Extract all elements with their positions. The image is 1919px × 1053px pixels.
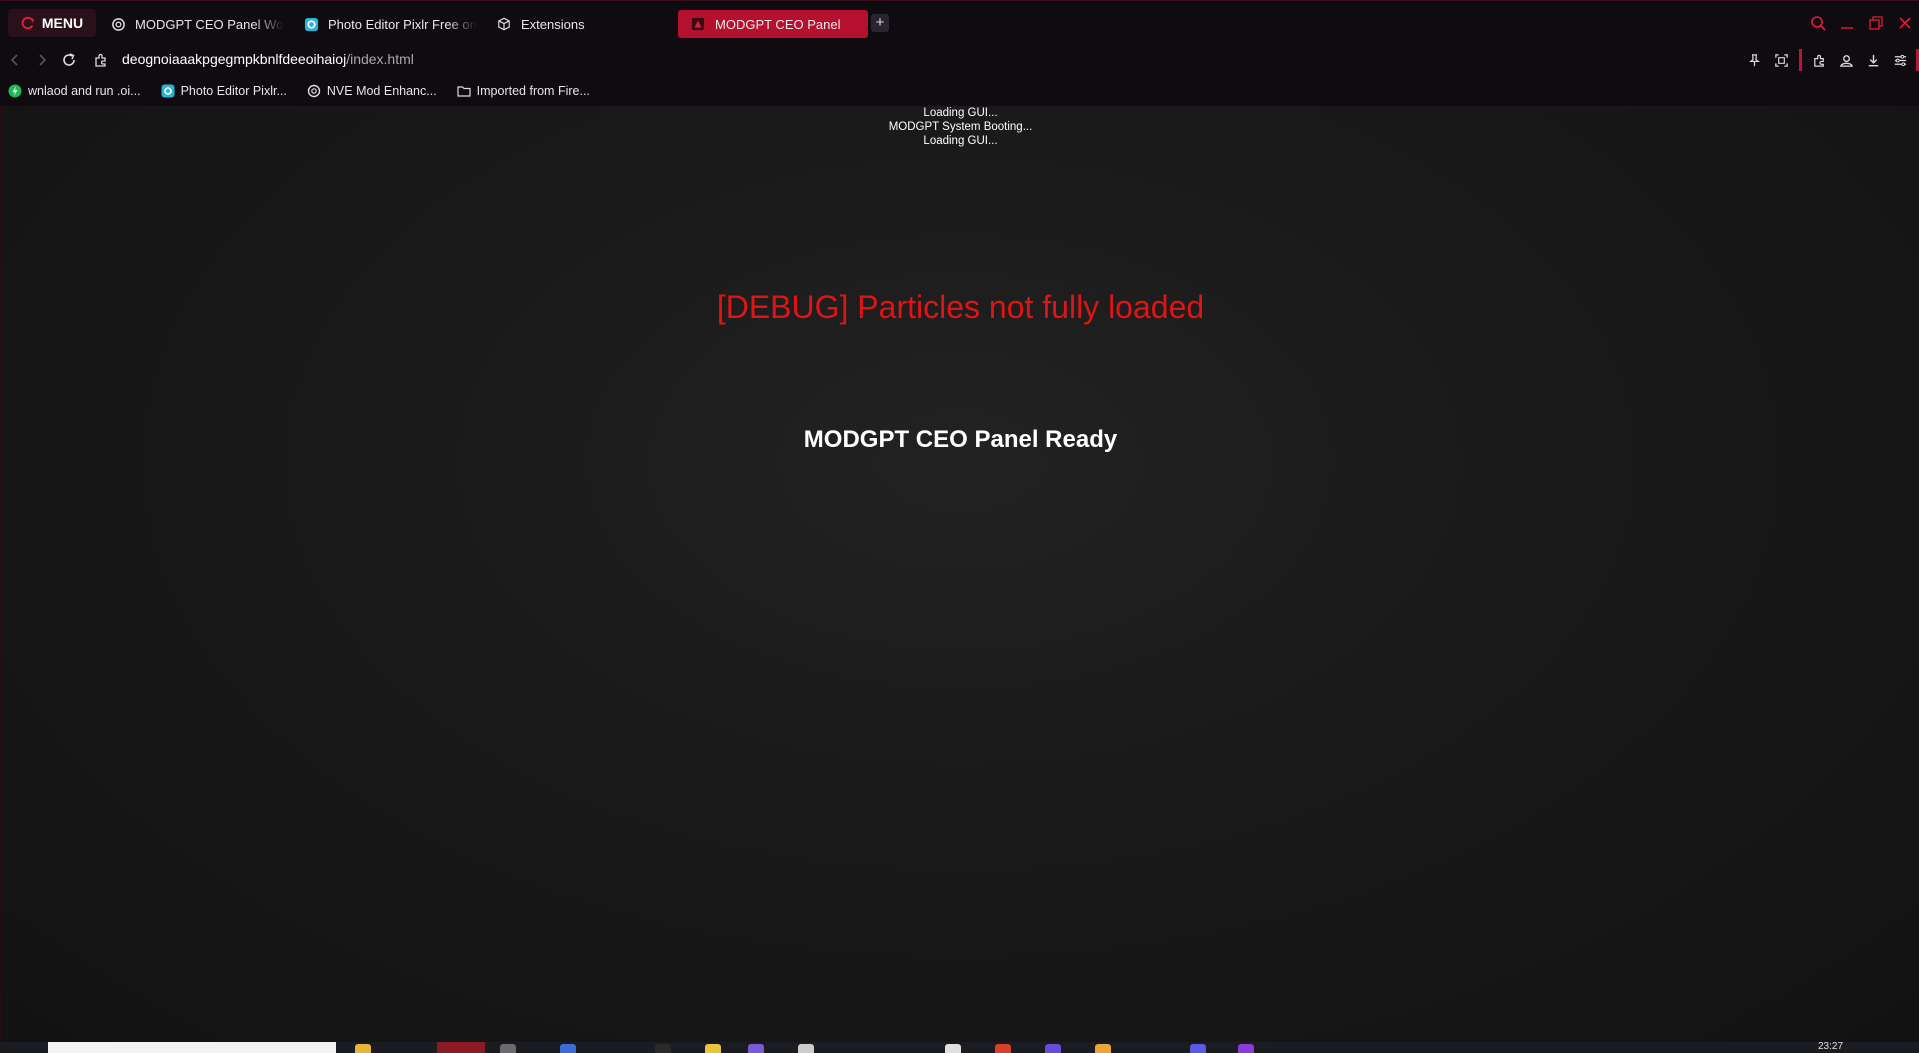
site-info-button[interactable] — [92, 51, 110, 69]
close-icon — [1898, 17, 1911, 29]
forward-button[interactable] — [33, 51, 51, 69]
profile-icon — [1840, 54, 1853, 67]
menu-label: MENU — [41, 15, 84, 31]
chevron-left-icon — [10, 54, 18, 66]
tab-label: MODGPT CEO Panel Work — [135, 16, 284, 32]
profile-button[interactable] — [1833, 44, 1860, 76]
taskbar-app-icon[interactable] — [1045, 1044, 1061, 1053]
taskbar-app-icon[interactable] — [355, 1044, 371, 1053]
bookmark-item[interactable]: wnlaod and run .oi... — [8, 84, 141, 98]
search-tabs-button[interactable] — [1803, 1, 1832, 45]
tab-label: Photo Editor Pixlr Free on — [328, 16, 477, 32]
ready-heading: MODGPT CEO Panel Ready — [803, 426, 1118, 453]
folder-icon — [457, 84, 471, 98]
page-content: Loading GUI... MODGPT System Booting... … — [0, 106, 1919, 1042]
bookmarks-bar: wnlaod and run .oi... Photo Editor Pixlr… — [0, 76, 1919, 106]
snapshot-button[interactable] — [1768, 44, 1795, 76]
menu-button[interactable]: MENU — [8, 9, 96, 37]
pixlr-icon — [161, 84, 175, 98]
window-controls — [1803, 1, 1919, 45]
tab-modgpt-work[interactable]: MODGPT CEO Panel Work — [98, 9, 284, 39]
cube-icon — [496, 16, 512, 32]
tab-label: MODGPT CEO Panel — [715, 16, 841, 32]
taskbar-app-icon[interactable] — [1238, 1044, 1254, 1053]
taskbar-app-icon[interactable] — [705, 1044, 721, 1053]
boot-log-line: MODGPT System Booting... — [888, 121, 1033, 133]
new-tab-button[interactable]: + — [871, 14, 889, 32]
back-button[interactable] — [6, 51, 24, 69]
taskbar-app-icon[interactable] — [560, 1044, 576, 1053]
taskbar-app-icon[interactable] — [945, 1044, 961, 1053]
bookmark-label: Photo Editor Pixlr... — [180, 84, 287, 98]
openai-icon — [307, 84, 321, 98]
tab-extensions[interactable]: Extensions — [484, 9, 670, 39]
tab-pixlr[interactable]: Photo Editor Pixlr Free on — [291, 9, 477, 39]
address-bar-row: deognoiaaakpgegmpkbnlfdeeoihaioj/index.h… — [0, 44, 1919, 76]
bookmark-folder[interactable]: Imported from Fire... — [457, 84, 590, 98]
puzzle-icon — [95, 53, 106, 67]
extensions-icon — [1814, 54, 1824, 67]
taskbar-active-app[interactable] — [437, 1042, 485, 1053]
easy-setup-button[interactable] — [1887, 44, 1914, 76]
bookmark-label: wnlaod and run .oi... — [28, 84, 141, 98]
downloads-button[interactable] — [1860, 44, 1887, 76]
taskbar-app-icon[interactable] — [1095, 1044, 1111, 1053]
url-path: /index.html — [346, 51, 414, 67]
toolbar-divider — [1799, 49, 1802, 71]
bookmark-item[interactable]: Photo Editor Pixlr... — [161, 84, 287, 98]
bookmark-item[interactable]: NVE Mod Enhanc... — [307, 84, 437, 98]
url-field[interactable]: deognoiaaakpgegmpkbnlfdeeoihaioj/index.h… — [122, 51, 414, 67]
toolbar-right — [1741, 44, 1919, 76]
download-icon — [1868, 54, 1879, 66]
taskbar-app-icon[interactable] — [748, 1044, 764, 1053]
minimize-button[interactable] — [1832, 1, 1861, 45]
bookmark-label: Imported from Fire... — [476, 84, 590, 98]
snapshot-icon — [1775, 53, 1788, 67]
boot-log-line: Loading GUI... — [923, 107, 998, 119]
pin-icon — [1749, 53, 1760, 66]
taskbar-app-icon[interactable] — [1190, 1044, 1206, 1053]
green-bolt-icon — [8, 84, 22, 98]
taskbar-app-icon[interactable] — [655, 1044, 671, 1053]
taskbar-search[interactable] — [48, 1042, 336, 1053]
reload-icon — [63, 53, 75, 66]
pin-button[interactable] — [1741, 44, 1768, 76]
pixlr-icon — [303, 16, 319, 32]
close-window-button[interactable] — [1890, 1, 1919, 45]
taskbar-clock[interactable]: 23:27 — [1818, 1042, 1843, 1052]
settings-sliders-icon — [1894, 54, 1907, 66]
chevron-right-icon — [39, 54, 47, 66]
openai-icon — [110, 16, 126, 32]
tab-modgpt-ceo-panel-active[interactable]: MODGPT CEO Panel — [678, 10, 868, 38]
taskbar-app-icon[interactable] — [995, 1044, 1011, 1053]
taskbar-app-icon[interactable] — [500, 1044, 516, 1053]
restore-icon — [1868, 16, 1883, 30]
taskbar: 23:27 — [0, 1042, 1919, 1053]
tab-label: Extensions — [521, 16, 585, 32]
taskbar-app-icon[interactable] — [798, 1044, 814, 1053]
tab-bar: MENU MODGPT CEO Panel Work Photo Editor … — [0, 0, 1919, 44]
bookmark-label: NVE Mod Enhanc... — [326, 84, 437, 98]
restore-button[interactable] — [1861, 1, 1890, 45]
opera-gx-icon — [21, 16, 35, 30]
url-host: deognoiaaakpgegmpkbnlfdeeoihaioj — [122, 51, 347, 67]
boot-log-line: Loading GUI... — [923, 135, 998, 147]
app-favicon — [690, 16, 706, 32]
extensions-button[interactable] — [1806, 44, 1833, 76]
debug-message: [DEBUG] Particles not fully loaded — [716, 289, 1205, 325]
search-icon — [1810, 16, 1826, 31]
minimize-icon — [1840, 27, 1853, 29]
reload-button[interactable] — [60, 51, 78, 69]
